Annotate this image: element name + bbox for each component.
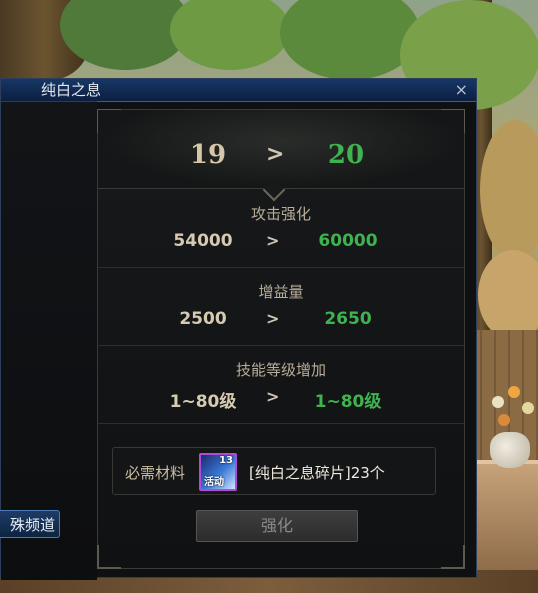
corner-ornament [97,545,121,569]
stat-next: 2650 [324,309,372,329]
current-level: 19 [189,140,227,170]
corner-ornament [441,545,465,569]
level-row: 19 > 20 [98,110,464,188]
stat-current: 2500 [179,309,227,329]
next-level: 20 [327,140,365,170]
material-label: 必需材料 [125,464,186,482]
channel-button[interactable]: 殊频道 [0,510,60,538]
stat-next: 60000 [318,231,378,251]
item-count-badge: 13 [219,455,233,466]
material-name: [纯白之息碎片]23个 [249,464,385,482]
stat-row-attack: 攻击强化 54000 > 60000 [98,189,464,268]
material-item-icon[interactable]: 13 活动 [199,453,237,491]
flower [492,396,504,408]
stat-arrow: > [266,309,280,328]
stat-row-skill: 技能等级增加 1~80级 > 1~80级 [98,345,464,424]
close-icon[interactable]: × [455,79,468,101]
enhance-panel: 19 > 20 攻击强化 54000 > 60000 增益量 2500 > 26… [97,109,465,569]
enhance-dialog: 纯白之息 × 19 > 20 攻击强化 54000 > 60000 增益量 25… [0,78,477,580]
stat-current: 1~80级 [169,392,237,412]
stat-row-buff: 增益量 2500 > 2650 [98,267,464,346]
required-material: 必需材料 13 活动 [纯白之息碎片]23个 [112,447,436,495]
stat-label: 攻击强化 [250,205,311,223]
stat-arrow: > [266,231,280,250]
level-arrow: > [266,142,285,167]
stat-label: 增益量 [258,283,304,301]
enhance-button[interactable]: 强化 [196,510,358,542]
left-side-panel [1,101,97,580]
flower [522,402,534,414]
stat-current: 54000 [173,231,233,251]
title-bar[interactable]: 纯白之息 × [1,79,476,102]
vase [490,432,530,468]
flower [498,414,510,426]
stat-label: 技能等级增加 [235,361,326,379]
item-event-tag: 活动 [204,477,224,488]
stat-next: 1~80级 [314,392,382,412]
wooden-table [468,460,538,574]
window-title: 纯白之息 [41,81,102,99]
stat-arrow: > [266,387,280,406]
flower [508,386,520,398]
